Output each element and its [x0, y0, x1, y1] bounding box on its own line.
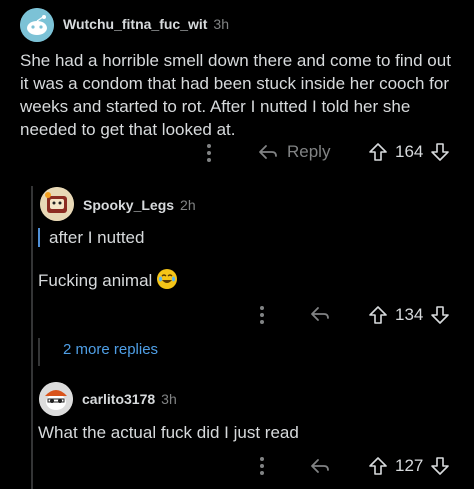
more-options-icon[interactable] — [206, 143, 212, 163]
downvote-icon[interactable] — [430, 142, 450, 162]
avatar[interactable] — [40, 187, 74, 221]
more-options-icon[interactable] — [259, 305, 265, 325]
vote-bar: 134 — [368, 305, 450, 325]
timestamp: 2h — [180, 197, 196, 213]
vote-bar: 164 — [368, 142, 450, 162]
quote-text: after I nutted — [49, 228, 145, 247]
reply-label: Reply — [287, 142, 331, 161]
downvote-icon[interactable] — [430, 305, 450, 325]
comment-header: Wutchu_fitna_fuc_wit 3h — [63, 16, 229, 32]
avatar[interactable] — [39, 382, 73, 416]
vote-score: 127 — [395, 456, 424, 475]
comment-body: She had a horrible smell down there and … — [20, 51, 451, 139]
vote-bar: 127 — [368, 456, 450, 476]
vote-score: 134 — [395, 305, 424, 324]
laughing-emoji-icon — [157, 269, 178, 289]
snoo-avatar-icon — [20, 8, 54, 42]
comment-body-text: Fucking animal — [38, 271, 153, 290]
upvote-icon[interactable] — [368, 456, 388, 476]
reply-icon — [311, 459, 329, 473]
comment-header: carlito3178 3h — [82, 391, 177, 407]
comment-body: What the actual fuck did I just read — [38, 423, 299, 442]
reply-icon — [311, 307, 329, 321]
more-options-icon[interactable] — [259, 456, 265, 476]
downvote-icon[interactable] — [430, 456, 450, 476]
reply-button[interactable] — [310, 457, 330, 475]
username[interactable]: Wutchu_fitna_fuc_wit — [63, 16, 207, 32]
quote-bar — [38, 228, 40, 247]
reply-button[interactable]: Reply — [258, 142, 330, 162]
more-replies-link[interactable]: 2 more replies — [63, 341, 158, 358]
timestamp: 3h — [161, 391, 177, 407]
vote-score: 164 — [395, 142, 424, 161]
snoo-avatar-icon — [40, 187, 74, 221]
username[interactable]: Spooky_Legs — [83, 197, 174, 213]
upvote-icon[interactable] — [368, 305, 388, 325]
thread-line-sub — [38, 338, 40, 366]
reply-icon — [259, 145, 277, 159]
thread-line-main — [31, 186, 33, 489]
reply-button[interactable] — [310, 305, 330, 323]
avatar[interactable] — [20, 8, 54, 42]
snoo-avatar-icon — [39, 382, 73, 416]
upvote-icon[interactable] — [368, 142, 388, 162]
comment-header: Spooky_Legs 2h — [83, 197, 196, 213]
comment-body: Fucking animal — [38, 269, 178, 292]
timestamp: 3h — [213, 16, 229, 32]
username[interactable]: carlito3178 — [82, 391, 155, 407]
